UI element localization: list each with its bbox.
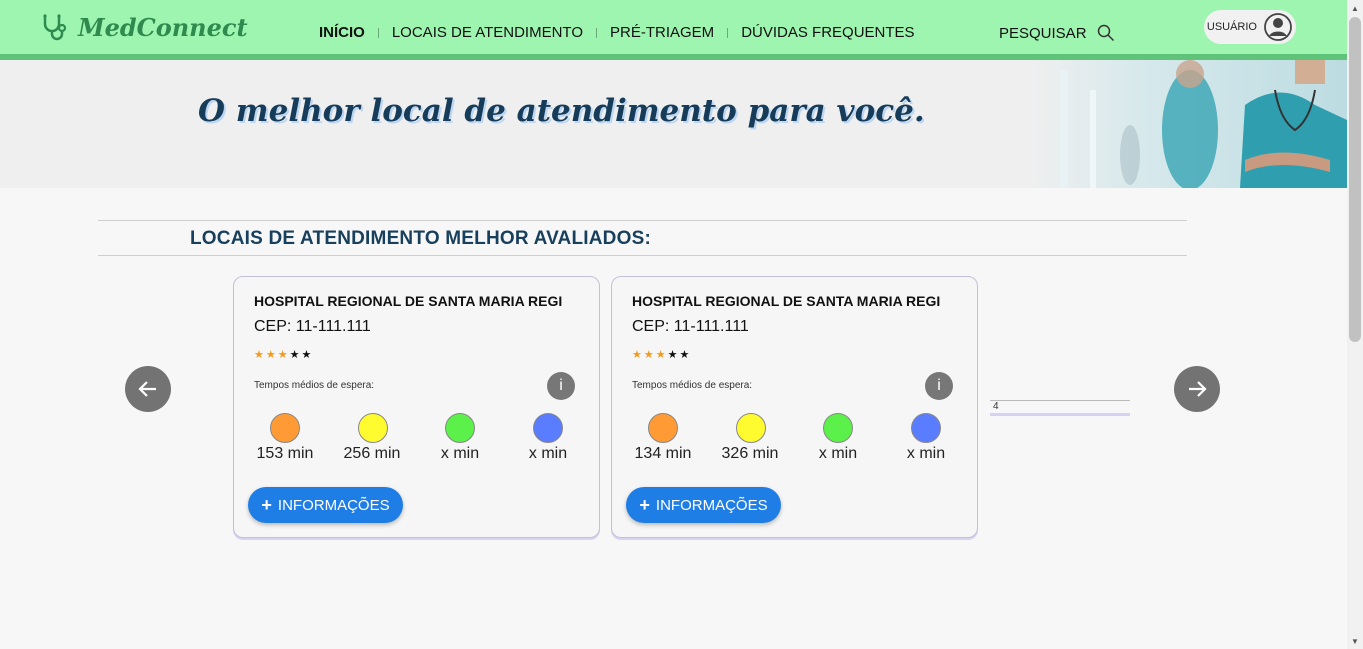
more-info-label: INFORMAÇÕES bbox=[655, 496, 768, 514]
scroll-thumb[interactable] bbox=[1349, 17, 1361, 342]
nav-item-inicio[interactable]: INÍCIO bbox=[319, 24, 365, 41]
banner-title: O melhor local de atendimento para você. bbox=[198, 93, 925, 129]
wait-time-value: x min bbox=[906, 445, 946, 462]
wait-dot-orange bbox=[270, 413, 300, 443]
wait-time-value: 153 min bbox=[256, 445, 314, 462]
star-icon: ★ bbox=[667, 349, 678, 361]
location-cep: CEP: 11-111.111 bbox=[632, 318, 749, 335]
wait-dot-green bbox=[823, 413, 853, 443]
star-icon: ★ bbox=[643, 349, 654, 361]
partial-card-next: 4 bbox=[990, 400, 1130, 416]
nav-item-pre-triagem[interactable]: PRÉ-TRIAGEM bbox=[610, 24, 714, 41]
location-card: HOSPITAL REGIONAL DE SANTA MARIA REGI CE… bbox=[233, 276, 600, 538]
rating-stars: ★ ★ ★ ★ ★ bbox=[632, 350, 691, 361]
star-icon: ★ bbox=[289, 349, 300, 361]
arrow-left-icon bbox=[138, 381, 156, 397]
section-title: LOCAIS DE ATENDIMENTO MELHOR AVALIADOS: bbox=[190, 228, 651, 249]
doctors-banner-image bbox=[1030, 60, 1347, 188]
carousel-next-button[interactable] bbox=[1174, 366, 1220, 412]
wait-time-value: 326 min bbox=[721, 445, 779, 462]
star-icon: ★ bbox=[254, 349, 264, 361]
logo[interactable]: MedConnect bbox=[38, 12, 248, 42]
nav-separator bbox=[727, 27, 729, 38]
wait-dot-yellow bbox=[358, 413, 388, 443]
location-cep: CEP: 11-111.111 bbox=[254, 318, 371, 335]
wait-dot-yellow bbox=[736, 413, 766, 443]
wait-time-value: x min bbox=[528, 445, 568, 462]
logo-text: MedConnect bbox=[78, 12, 248, 42]
wait-time-value: x min bbox=[440, 445, 480, 462]
user-label: USUÁRIO bbox=[1206, 21, 1257, 33]
nav-separator bbox=[596, 27, 597, 38]
scroll-up-icon[interactable]: ▲ bbox=[1347, 0, 1363, 16]
star-icon: ★ bbox=[301, 349, 312, 361]
location-name: HOSPITAL REGIONAL DE SANTA MARIA REGI bbox=[254, 293, 563, 309]
star-icon: ★ bbox=[277, 349, 288, 361]
wait-times-label: Tempos médios de espera: bbox=[632, 380, 753, 391]
wait-time-value: 256 min bbox=[343, 445, 401, 462]
star-icon: ★ bbox=[265, 349, 276, 361]
plus-icon: + bbox=[261, 494, 272, 515]
star-icon: ★ bbox=[679, 349, 690, 361]
wait-dot-blue bbox=[911, 413, 941, 443]
star-icon: ★ bbox=[655, 349, 666, 361]
plus-icon: + bbox=[639, 494, 650, 515]
more-info-label: INFORMAÇÕES bbox=[277, 496, 390, 514]
main-nav: INÍCIO LOCAIS DE ATENDIMENTO PRÉ-TRIAGEM… bbox=[319, 24, 915, 41]
hero-banner: O melhor local de atendimento para você. bbox=[0, 60, 1347, 188]
scroll-down-icon[interactable]: ▼ bbox=[1347, 633, 1363, 649]
nav-item-locais[interactable]: LOCAIS DE ATENDIMENTO bbox=[392, 24, 583, 41]
user-avatar-icon bbox=[1264, 13, 1292, 41]
star-icon: ★ bbox=[632, 349, 642, 361]
user-button[interactable]: USUÁRIO bbox=[1204, 10, 1296, 44]
page-scrollbar[interactable]: ▲ ▼ bbox=[1347, 0, 1363, 649]
wait-dot-blue bbox=[533, 413, 563, 443]
rating-stars: ★ ★ ★ ★ ★ bbox=[254, 350, 313, 361]
search-button[interactable]: PESQUISAR bbox=[999, 24, 1115, 42]
wait-dot-green bbox=[445, 413, 475, 443]
info-icon[interactable]: i bbox=[925, 372, 953, 400]
arrow-right-icon bbox=[1189, 381, 1207, 397]
wait-times-label: Tempos médios de espera: bbox=[254, 380, 375, 391]
more-info-button[interactable]: + INFORMAÇÕES bbox=[626, 487, 781, 523]
stethoscope-icon bbox=[43, 14, 67, 41]
location-card: HOSPITAL REGIONAL DE SANTA MARIA REGI CE… bbox=[611, 276, 978, 538]
wait-time-value: x min bbox=[818, 445, 858, 462]
carousel-prev-button[interactable] bbox=[125, 366, 171, 412]
location-name: HOSPITAL REGIONAL DE SANTA MARIA REGI bbox=[632, 293, 941, 309]
search-icon bbox=[1097, 24, 1114, 42]
wait-dot-orange bbox=[648, 413, 678, 443]
section-divider-bottom bbox=[98, 255, 1187, 256]
more-info-button[interactable]: + INFORMAÇÕES bbox=[248, 487, 403, 523]
nav-separator bbox=[377, 27, 379, 38]
info-icon[interactable]: i bbox=[547, 372, 575, 400]
wait-time-value: 134 min bbox=[634, 445, 692, 462]
section-divider-top bbox=[98, 220, 1187, 221]
top-navbar: MedConnect INÍCIO LOCAIS DE ATENDIMENTO … bbox=[0, 0, 1347, 60]
nav-item-duvidas[interactable]: DÚVIDAS FREQUENTES bbox=[741, 24, 914, 41]
search-label: PESQUISAR bbox=[999, 24, 1087, 42]
